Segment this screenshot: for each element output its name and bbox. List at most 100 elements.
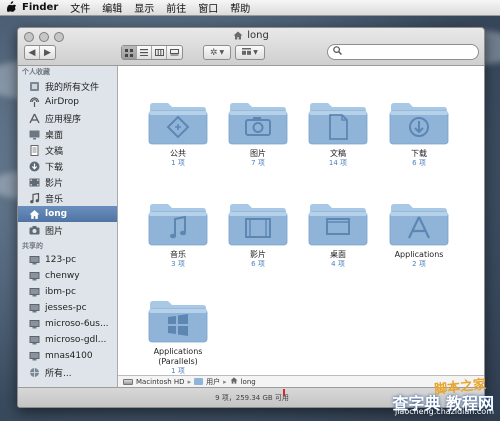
watermark-line3: jiaocheng.chazidian.com [394,407,494,416]
file-icon-grid: 公共 1 项图片 7 项文稿 14 项下载 6 项音乐 3 项影片 6 项桌面 4 项 Appl… [118,66,484,376]
computer-icon [28,334,40,346]
documents-icon [28,144,40,156]
action-menu-button[interactable]: ✲ ▼ [203,45,231,60]
folder-icon [138,201,218,247]
sidebar-item-label: 影片 [45,178,64,189]
finder-window: long ◀ ▶ ✲ ▼ ▼ 个人收藏 我的所有文件 AirDrop 应用程序 … [17,27,485,408]
folder-item[interactable]: 下载 6 项 [379,100,459,168]
folder-icon [298,201,378,247]
sidebar-item-chenwy[interactable]: chenwy [18,268,117,284]
folder-item-count: 14 项 [328,159,348,167]
folder-item[interactable]: 影片 6 项 [218,201,298,269]
sidebar-heading-favorites: 个人收藏 [22,68,50,76]
home-icon [230,377,238,386]
downloads-icon [28,160,40,172]
menu-go[interactable]: 前往 [166,0,186,15]
magnifier-icon [333,46,342,58]
folder-item[interactable]: 桌面 4 项 [298,201,378,269]
network-icon [28,366,40,378]
folder-item-count: 7 项 [251,159,265,167]
sidebar-item-label: AirDrop [45,97,80,107]
list-view-button[interactable] [137,46,152,59]
sidebar-item-label: mnas4100 [45,351,93,361]
search-field[interactable] [327,44,479,60]
folder-name: 影片 [250,250,266,259]
sidebar-item-item-0-9[interactable]: 图片 [18,222,117,238]
sidebar-item-label: 图片 [45,226,64,237]
sidebar-item-item-0-3[interactable]: 桌面 [18,126,117,142]
icon-view-button[interactable] [122,46,137,59]
cursor-marker [283,389,285,396]
menu-window[interactable]: 窗口 [198,0,218,15]
menu-file[interactable]: 文件 [70,0,90,15]
path-bar: Macintosh HD ▸ 用户 ▸ long [118,375,484,387]
sidebar-item-label: 文稿 [45,146,64,157]
sidebar-item-item-1-7[interactable]: 所有... [18,364,117,380]
apple-menu-icon[interactable] [0,0,22,15]
sidebar-item-jesses-pc[interactable]: jesses-pc [18,300,117,316]
folder-item[interactable]: Applications (Parallels) 1 项 [138,298,218,376]
sidebar-item-label: 音乐 [45,194,64,205]
sidebar-item-label: microso-gdl... [45,335,107,345]
sidebar-item-airdrop[interactable]: AirDrop [18,94,117,110]
sidebar-item-item-0-0[interactable]: 我的所有文件 [18,78,117,94]
folder-name: 公共 [170,149,186,158]
airdrop-icon [28,96,40,108]
sidebar-item-label: jesses-pc [45,303,87,313]
folder-item-count: 1 项 [171,159,185,167]
sidebar-item-item-0-5[interactable]: 下载 [18,158,117,174]
arrange-icon [242,47,252,58]
folder-item[interactable]: 音乐 3 项 [138,201,218,269]
view-mode-control [121,45,183,60]
pictures-icon [28,224,40,236]
sidebar-item-123-pc[interactable]: 123-pc [18,252,117,268]
path-separator: ▸ [223,377,227,386]
sidebar-item-microso-gdl[interactable]: microso-gdl... [18,332,117,348]
arrange-menu-button[interactable]: ▼ [235,45,265,60]
menu-app-name[interactable]: Finder [22,2,58,13]
sidebar-item-label: 下载 [45,162,64,173]
folder-icon [218,100,298,146]
folder-icon [138,100,218,146]
sidebar-item-item-0-2[interactable]: 应用程序 [18,110,117,126]
back-button[interactable]: ◀ [25,46,40,59]
folder-item[interactable]: 公共 1 项 [138,100,218,168]
folder-item-count: 6 项 [412,159,426,167]
folder-item[interactable]: 图片 7 项 [218,100,298,168]
folder-item[interactable]: Applications 2 项 [379,201,459,269]
sidebar-item-ibm-pc[interactable]: ibm-pc [18,284,117,300]
home-icon [28,208,40,220]
sidebar-item-item-0-7[interactable]: 音乐 [18,190,117,206]
path-segment-disk[interactable]: Macintosh HD [136,378,185,386]
folder-small-icon [194,378,204,385]
menu-edit[interactable]: 编辑 [102,0,122,15]
computer-icon [28,286,40,298]
sidebar-item-mnas4100[interactable]: mnas4100 [18,348,117,364]
menu-view[interactable]: 显示 [134,0,154,15]
coverflow-view-button[interactable] [167,46,182,59]
computer-icon [28,302,40,314]
folder-icon [138,298,218,344]
sidebar-item-item-0-4[interactable]: 文稿 [18,142,117,158]
folder-item-count: 2 项 [412,260,426,268]
menu-help[interactable]: 帮助 [230,0,250,15]
sidebar-item-microso-6us[interactable]: microso-6us... [18,316,117,332]
column-view-button[interactable] [152,46,167,59]
folder-icon [298,100,378,146]
path-segment-users[interactable]: 用户 [206,377,220,387]
sidebar-item-item-0-6[interactable]: 影片 [18,174,117,190]
hard-disk-icon [123,378,133,385]
sidebar-item-long[interactable]: long [18,206,117,222]
sidebar-item-label: microso-6us... [45,319,109,329]
folder-name: Applications [394,250,444,259]
applications-icon [28,112,40,124]
folder-name: 文稿 [330,149,346,158]
folder-name: Applications (Parallels) [153,347,203,366]
folder-item[interactable]: 文稿 14 项 [298,100,378,168]
movies-icon [28,176,40,188]
forward-button[interactable]: ▶ [40,46,55,59]
computer-icon [28,270,40,282]
path-segment-home[interactable]: long [241,378,256,386]
window-title-text: long [247,30,269,41]
folder-icon [379,201,459,247]
